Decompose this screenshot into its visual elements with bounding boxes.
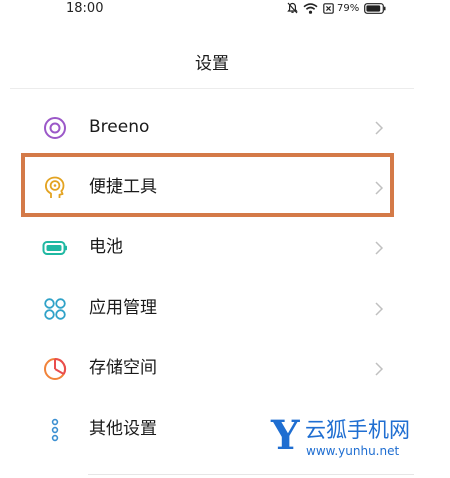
settings-item-label: 电池: [89, 237, 123, 257]
list-bottom-divider: [88, 474, 414, 475]
status-icons: 79%: [287, 1, 386, 15]
chevron-right-icon: [375, 302, 384, 316]
settings-item-label: 存储空间: [89, 358, 157, 378]
app-grid-icon: [44, 298, 66, 320]
more-dots-icon: [51, 418, 59, 442]
settings-item-app-management[interactable]: 应用管理: [0, 279, 424, 339]
breeno-ring-icon: [44, 117, 66, 139]
settings-item-label: Breeno: [89, 117, 150, 137]
watermark: Y 云狐手机网 www.yunhu.net: [268, 414, 448, 462]
chevron-right-icon: [375, 362, 384, 376]
watermark-logo-letter: Y: [271, 412, 300, 459]
status-bar: 18:00 79%: [0, 0, 450, 20]
settings-item-battery[interactable]: 电池: [0, 218, 424, 278]
sim-x-icon: [323, 2, 334, 14]
chevron-right-icon: [375, 121, 384, 135]
status-time: 18:00: [66, 1, 104, 16]
battery-percent: 79%: [337, 2, 360, 14]
chevron-right-icon: [375, 241, 384, 255]
battery-icon: [42, 241, 67, 255]
header-divider: [10, 88, 414, 89]
watermark-url: www.yunhu.net: [306, 444, 400, 458]
settings-item-breeno[interactable]: Breeno: [0, 98, 424, 158]
battery-icon: [364, 2, 386, 14]
highlight-box: [21, 153, 394, 217]
settings-item-label: 其他设置: [89, 419, 157, 439]
settings-item-storage[interactable]: 存储空间: [0, 339, 424, 399]
storage-pie-icon: [44, 357, 67, 380]
page-title: 设置: [195, 54, 229, 74]
wifi-icon: [303, 2, 318, 14]
settings-item-label: 应用管理: [89, 298, 157, 318]
bell-off-icon: [287, 2, 298, 14]
watermark-site-name: 云狐手机网: [305, 418, 410, 442]
